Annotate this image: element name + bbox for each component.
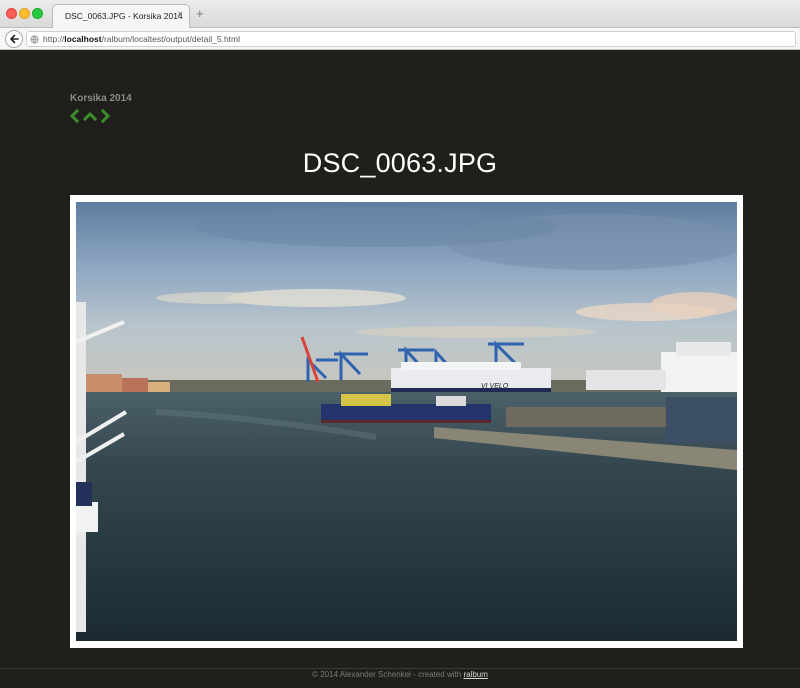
url-host: localhost	[64, 34, 102, 44]
ralbum-link[interactable]: ralbum	[463, 670, 487, 679]
photo-frame: VI VELO	[70, 195, 743, 648]
minimize-window-button[interactable]	[19, 8, 30, 19]
harbor-photo[interactable]: VI VELO	[76, 202, 737, 641]
chevron-up-icon[interactable]	[82, 109, 98, 123]
arrow-left-icon	[10, 34, 19, 44]
address-bar[interactable]: http://localhost/ralbum/localtest/output…	[26, 31, 796, 47]
new-tab-icon[interactable]: +	[196, 7, 204, 20]
url-text: http://localhost/ralbum/localtest/output…	[43, 34, 240, 44]
chevron-left-icon[interactable]	[69, 108, 80, 124]
url-path: /ralbum/localtest/output/detail_5.html	[101, 34, 241, 44]
browser-tab[interactable]: DSC_0063.JPG - Korsika 2014 ×	[52, 4, 190, 28]
photo-title: DSC_0063.JPG	[302, 148, 498, 178]
album-title-link[interactable]: Korsika 2014	[70, 93, 132, 104]
title-bar: DSC_0063.JPG - Korsika 2014 × +	[0, 0, 800, 28]
browser-window: DSC_0063.JPG - Korsika 2014 × + http://l…	[0, 0, 800, 688]
globe-icon	[30, 35, 39, 44]
footer: © 2014 Alexander Schenkel - created with…	[0, 670, 800, 679]
browser-toolbar: http://localhost/ralbum/localtest/output…	[0, 28, 800, 50]
tab-close-icon[interactable]: ×	[177, 10, 183, 20]
footer-copyright: © 2014 Alexander Schenkel - created with	[312, 670, 462, 679]
footer-divider	[0, 668, 800, 669]
close-window-button[interactable]	[6, 8, 17, 19]
chevron-right-icon[interactable]	[100, 108, 111, 124]
photo-navigation	[69, 108, 111, 124]
page-content: Korsika 2014 DSC_0063.JPG VI VELO © 2014…	[0, 50, 800, 688]
back-button[interactable]	[5, 30, 23, 48]
tab-title: DSC_0063.JPG - Korsika 2014	[65, 11, 183, 21]
zoom-window-button[interactable]	[32, 8, 43, 19]
ship-name-text: VI VELO	[481, 383, 509, 390]
url-scheme: http://	[43, 34, 65, 44]
